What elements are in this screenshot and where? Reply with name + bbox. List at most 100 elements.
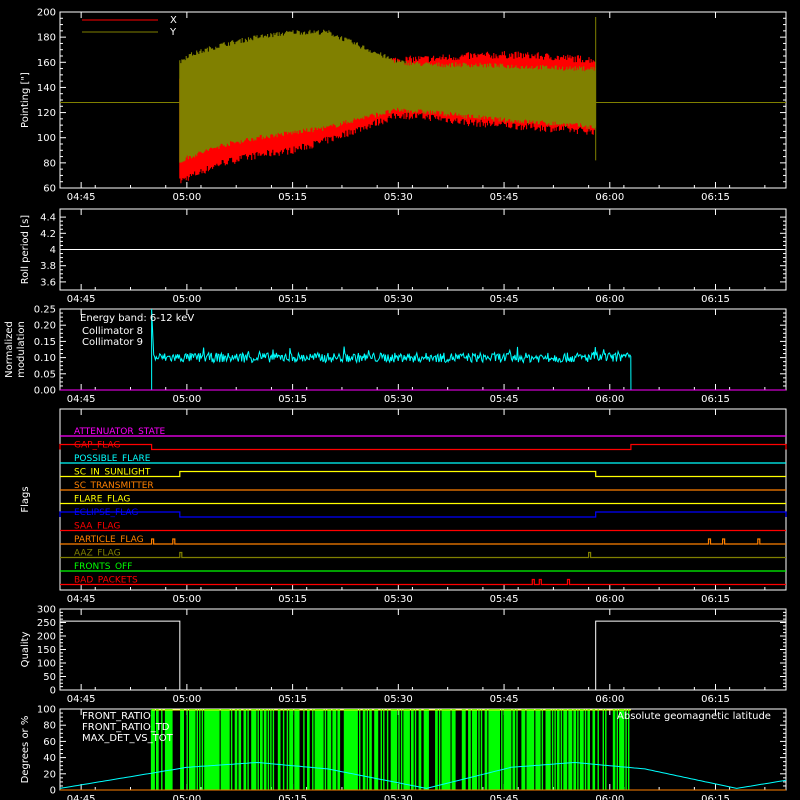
panel-modulation: 0.00 0.05 0.10 0.15 0.20 0.25 04:45 05:00 05:15 0… [4, 305, 787, 405]
y-tick-label: 180 [37, 33, 56, 44]
x-tick-label: 05:15 [278, 192, 307, 203]
x-tick-label: 05:30 [384, 192, 413, 203]
x-tick-label: 04:45 [67, 294, 96, 305]
chart-canvas: 608010012014016018020004:45 05:00 05:15 05:… [4, 8, 787, 800]
y-tick-label: 20 [43, 769, 56, 780]
y-tick-label: 0 [50, 686, 56, 697]
legend-label-collimator-9: Collimator 9 [82, 337, 143, 348]
flag-line-bad-packets [60, 578, 786, 586]
y-axis-label: Pointing ["] [20, 72, 31, 128]
y-tick-label: 4 [50, 245, 56, 256]
x-tick-label: 05:45 [490, 794, 519, 800]
x-tick-label: 05:30 [384, 694, 413, 705]
y-tick-label: 0.00 [34, 386, 56, 397]
x-tick-label: 04:45 [67, 694, 96, 705]
x-tick-label: 05:30 [384, 794, 413, 800]
panel-pointing: 60 80 100 120 140 160 180 200 04:45 05:00 05:15 05:… [20, 8, 787, 203]
legend-label-x: X [170, 15, 177, 26]
y-tick-label: 3.8 [40, 261, 56, 272]
x-tick-label: 04:45 [67, 394, 96, 405]
x-tick-label: 05:00 [172, 594, 201, 605]
x-tick-label: 05:45 [490, 694, 519, 705]
x-tick-label: 06:15 [701, 294, 730, 305]
x-tick-label: 05:00 [172, 694, 201, 705]
x-tick-label: 05:45 [490, 192, 519, 203]
x-tick-label: 05:15 [278, 794, 307, 800]
flag-label-particle-flag: PARTICLE_FLAG [74, 535, 144, 545]
x-tick-label: 04:45 [67, 192, 96, 203]
y-tick-label: 100 [37, 133, 56, 144]
x-tick-label: 06:00 [595, 694, 624, 705]
flag-label-sc-transmitter: SC_TRANSMITTER [74, 481, 154, 491]
x-tick-label: 05:15 [278, 694, 307, 705]
y-tick-label: 80 [43, 721, 56, 732]
y-tick-label: 4.4 [40, 213, 56, 224]
x-tick-label: 05:45 [490, 394, 519, 405]
x-tick-label: 06:15 [701, 192, 730, 203]
flag-label-attenuator-state: ATTENUATOR_STATE [74, 427, 166, 437]
y-tick-label: 40 [43, 753, 56, 764]
y-tick-label: 0.20 [34, 321, 56, 332]
flag-label-bad-packets: BAD_PACKETS [74, 576, 138, 586]
flag-label-fronts-off: FRONTS_OFF [74, 562, 132, 572]
x-tick-label: 05:00 [172, 192, 201, 203]
y-tick-label: 60 [43, 737, 56, 748]
x-tick-label: 05:00 [172, 394, 201, 405]
y-tick-label: 160 [37, 58, 56, 69]
legend-label-front-ratio-td: FRONT_RATIO_TD [82, 722, 170, 733]
flag-label-sc-in-sunlight: SC_IN_SUNLIGHT [74, 468, 151, 478]
x-tick-label: 05:15 [278, 394, 307, 405]
x-tick-label: 06:00 [595, 794, 624, 800]
panel-flags: 04:45 05:00 05:15 05:30 05:45 06:00 06:15 Flags… [20, 408, 787, 605]
energy-band-annotation: Energy band: 6-12 keV [80, 313, 194, 324]
y-axis-label: Degrees or % [20, 716, 31, 784]
y-tick-label: 100 [37, 659, 56, 670]
quality-line [60, 620, 786, 691]
latitude-annotation: Absolute geomagnetic latitude [617, 711, 771, 722]
x-tick-label: 05:00 [172, 294, 201, 305]
x-tick-label: 05:45 [490, 294, 519, 305]
flag-line-sc-in-sunlight [60, 470, 786, 478]
y-axis-label: Quality [20, 632, 31, 668]
x-tick-label: 06:00 [595, 294, 624, 305]
flag-label-saa-flag: SAA_FLAG [74, 522, 120, 532]
x-tick-label: 06:00 [595, 394, 624, 405]
y-tick-label: 0.05 [34, 369, 56, 380]
x-tick-label: 05:15 [278, 294, 307, 305]
x-tick-label: 05:15 [278, 594, 307, 605]
y-tick-label: 50 [43, 672, 56, 683]
legend-label-collimator-8: Collimator 8 [82, 326, 143, 337]
legend-label-y: Y [169, 27, 177, 38]
y-tick-label: 0 [50, 786, 56, 797]
legend-label-front-ratio: FRONT_RATIO [82, 711, 151, 722]
collimator-8-line [151, 308, 632, 391]
flag-line-particle-flag [60, 538, 786, 545]
panel-front-ratio: 0 20 40 60 80 100 04:45 05:00 05:15 05:30 05:45 06:… [20, 705, 787, 800]
panel-roll-period: 3.6 3.8 4 4.2 4.4 04:45 05:00 05:15 05:30 05:45 06… [20, 208, 787, 305]
y-tick-label: 4.2 [40, 229, 56, 240]
flag-label-gap-flag: GAP_FLAG [74, 441, 120, 451]
flag-line-eclipse-flag [59, 511, 787, 518]
x-tick-label: 05:30 [384, 294, 413, 305]
legend-label-max-det-vs-tot: MAX_DET_VS_TOT [82, 733, 174, 744]
x-tick-label: 06:15 [701, 794, 730, 800]
y-tick-label: 300 [37, 605, 56, 616]
front-ratio-td-bars [150, 709, 630, 790]
y-tick-label: 100 [37, 705, 56, 716]
y-tick-label: 60 [43, 184, 56, 195]
x-tick-label: 06:15 [701, 694, 730, 705]
y-tick-label: 120 [37, 108, 56, 119]
y-tick-label: 250 [37, 618, 56, 629]
x-tick-label: 04:45 [67, 794, 96, 800]
y-axis-label: Normalizedmodulation [4, 321, 27, 378]
x-tick-label: 05:30 [384, 394, 413, 405]
y-tick-label: 0.15 [34, 337, 56, 348]
y-axis-label: Roll period [s] [20, 215, 31, 284]
flag-line-aaz-flag [60, 551, 786, 559]
y-tick-label: 3.6 [40, 277, 56, 288]
y-tick-label: 0.10 [34, 353, 56, 364]
y-tick-label: 0.25 [34, 305, 56, 316]
x-tick-label: 06:15 [701, 394, 730, 405]
flag-label-eclipse-flag: ECLIPSE_FLAG [74, 508, 138, 518]
y-tick-label: 140 [37, 83, 56, 94]
